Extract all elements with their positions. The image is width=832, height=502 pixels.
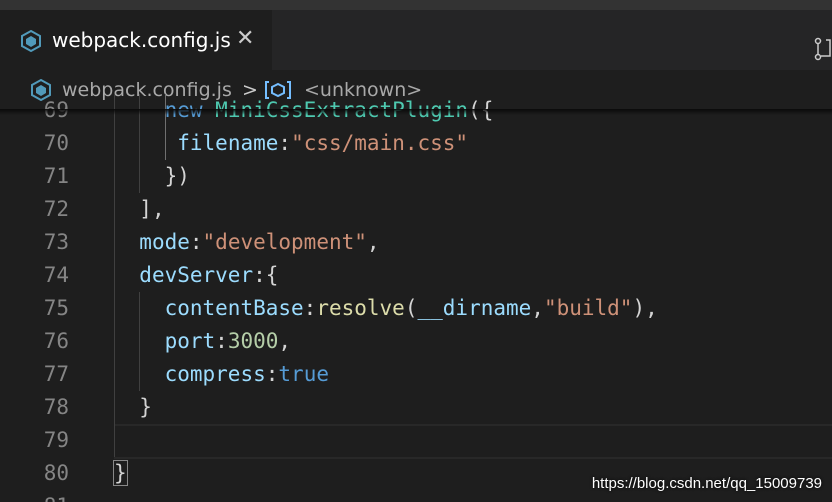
code-token: , <box>366 230 380 254</box>
title-strip <box>0 0 832 10</box>
indent-guide <box>114 391 115 424</box>
indent-guide <box>139 358 141 391</box>
code-token: : <box>278 131 292 155</box>
code-text: contentBase:resolve(__dirname,"build"), <box>165 292 658 325</box>
code-token: :{ <box>253 263 279 287</box>
current-line-highlight <box>114 424 832 459</box>
code-text: } <box>113 457 128 490</box>
code-line[interactable]: 72], <box>0 193 832 226</box>
code-token: } <box>113 460 128 486</box>
line-number: 76 <box>43 329 69 353</box>
indent-guide <box>139 292 141 325</box>
code-token: port <box>164 329 216 353</box>
indent-guide <box>114 358 115 391</box>
code-line[interactable]: 77 compress:true <box>0 358 832 391</box>
code-token: "build" <box>543 296 633 320</box>
code-token: } <box>139 395 152 419</box>
indent-guide <box>114 127 115 160</box>
code-token: mode <box>139 230 190 254</box>
code-token: "development" <box>202 230 367 254</box>
code-editor[interactable]: 69new MiniCssExtractPlugin({70filename:"… <box>0 94 832 502</box>
indent-guide <box>114 160 115 193</box>
line-number: 77 <box>43 362 69 386</box>
line-number: 78 <box>43 395 69 419</box>
code-token: devServer <box>139 263 254 287</box>
code-line[interactable]: 78} <box>0 391 832 424</box>
tab-webpack-config[interactable]: webpack.config.js ✕ <box>0 10 272 70</box>
line-number: 74 <box>43 263 69 287</box>
code-text: compress:true <box>165 358 329 391</box>
code-token: , <box>278 329 292 353</box>
code-token: "css/main.css" <box>291 131 469 155</box>
code-token: ( <box>404 296 418 320</box>
code-line[interactable]: 75 contentBase:resolve(__dirname,"build")… <box>0 292 832 325</box>
indent-guide <box>139 325 141 358</box>
code-text: ], <box>139 193 164 226</box>
code-text: mode:"development", <box>139 226 379 259</box>
indent-guide <box>114 325 115 358</box>
code-token: __dirname <box>417 296 532 320</box>
indent-guide <box>114 292 115 325</box>
close-icon[interactable]: ✕ <box>236 26 254 52</box>
code-line[interactable]: 71}) <box>0 160 832 193</box>
line-number: 70 <box>43 131 69 155</box>
code-token: filename <box>177 131 279 155</box>
line-number: 81 <box>0 490 69 502</box>
code-text: devServer:{ <box>139 259 278 292</box>
indent-guide <box>139 127 141 160</box>
indent-guide <box>139 160 141 193</box>
code-token: resolve <box>316 296 405 320</box>
line-number: 79 <box>43 428 69 452</box>
code-line[interactable]: 73 mode:"development", <box>0 226 832 259</box>
source-control-icon[interactable] <box>814 36 832 62</box>
code-text: } <box>139 391 152 424</box>
tab-bar: webpack.config.js ✕ <box>0 10 832 70</box>
code-line[interactable]: 76 port:3000, <box>0 325 832 358</box>
watermark: https://blog.csdn.net/qq_15009739 <box>591 475 822 492</box>
indent-guide <box>114 226 115 259</box>
webpack-cube-icon <box>21 30 41 52</box>
line-number: 71 <box>43 164 69 188</box>
code-token: , <box>531 296 544 320</box>
code-token: : <box>215 329 228 353</box>
code-token: 3000 <box>227 329 279 353</box>
code-token: compress <box>164 362 266 386</box>
breadcrumb-shadow <box>0 109 832 115</box>
code-text: filename:"css/main.css" <box>177 127 468 160</box>
code-text: port:3000, <box>165 325 291 358</box>
code-line[interactable]: 79 <box>0 424 832 459</box>
code-token: true <box>278 362 329 386</box>
line-number: 75 <box>43 296 69 320</box>
code-token: }) <box>164 164 190 188</box>
code-token: : <box>303 296 317 320</box>
code-token: : <box>265 362 279 386</box>
code-token: ], <box>139 197 165 221</box>
code-token: ), <box>632 296 658 320</box>
indent-guide <box>114 259 115 292</box>
tab-label: webpack.config.js <box>52 28 231 52</box>
code-token: contentBase <box>164 296 304 320</box>
indent-guide <box>114 424 115 457</box>
line-number: 73 <box>43 230 69 254</box>
code-line[interactable]: 74 devServer:{ <box>0 259 832 292</box>
code-text: }) <box>165 160 190 193</box>
code-token: : <box>189 230 203 254</box>
line-number: 80 <box>43 461 69 485</box>
line-number: 72 <box>43 197 69 221</box>
indent-guide <box>114 193 115 226</box>
code-line[interactable]: 70 filename:"css/main.css" <box>0 127 832 160</box>
indent-guide <box>164 127 166 160</box>
